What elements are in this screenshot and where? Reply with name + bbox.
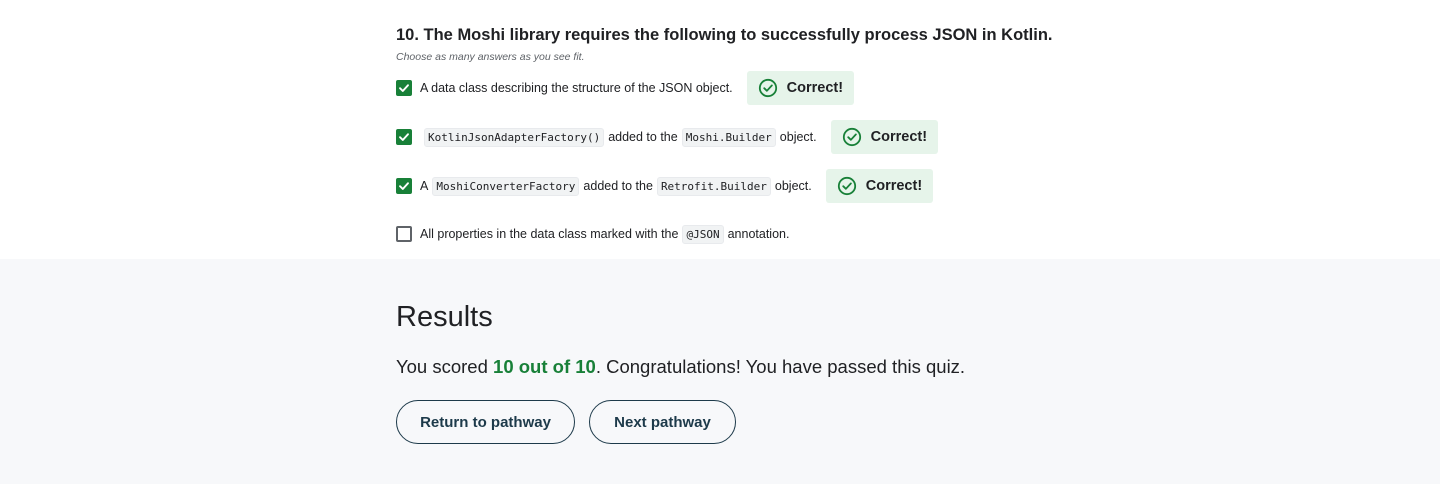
- checkbox-unchecked[interactable]: [396, 226, 412, 242]
- code-snippet: KotlinJsonAdapterFactory(): [424, 127, 605, 147]
- code-snippet: @JSON: [682, 224, 724, 244]
- checkbox-checked[interactable]: [396, 80, 412, 96]
- results-prefix: You scored: [396, 356, 494, 377]
- answer-option-2[interactable]: KotlinJsonAdapterFactory() added to the Mo…: [396, 120, 939, 154]
- results-summary: You scored 10 out of 10. Congratulations…: [396, 356, 965, 378]
- correct-feedback-badge: Correct!: [746, 71, 855, 105]
- question-hint: Choose as many answers as you see fit.: [396, 51, 585, 63]
- question-section: 10. The Moshi library requires the follo…: [0, 0, 1440, 259]
- option-text: annotation.: [727, 227, 790, 241]
- correct-feedback-badge: Correct!: [825, 169, 934, 203]
- option-label: All properties in the data class marked …: [420, 224, 790, 244]
- check-icon: [399, 84, 409, 92]
- answer-option-4[interactable]: All properties in the data class marked …: [396, 217, 789, 251]
- code-snippet: MoshiConverterFactory: [432, 176, 580, 196]
- results-suffix: . Congratulations! You have passed this …: [595, 356, 966, 377]
- check-icon: [399, 133, 409, 141]
- option-label: A MoshiConverterFactory added to the Retrof…: [420, 176, 812, 196]
- check-circle-icon: [842, 127, 861, 147]
- answer-option-1[interactable]: A data class describing the structure of…: [396, 71, 855, 105]
- check-circle-icon: [758, 78, 777, 98]
- code-snippet: Moshi.Builder: [681, 127, 776, 147]
- checkbox-checked[interactable]: [396, 129, 412, 145]
- option-text: All properties in the data class marked …: [420, 227, 679, 241]
- code-snippet: Retrofit.Builder: [656, 176, 771, 196]
- results-title: Results: [396, 301, 493, 333]
- option-text: A data class describing the structure of…: [420, 81, 733, 95]
- option-label: KotlinJsonAdapterFactory() added to the Mo…: [420, 127, 817, 147]
- question-title: 10. The Moshi library requires the follo…: [396, 26, 1053, 44]
- feedback-label: Correct!: [870, 129, 928, 145]
- return-to-pathway-button[interactable]: Return to pathway: [396, 400, 575, 444]
- option-text: object.: [779, 130, 817, 144]
- check-icon: [399, 182, 409, 190]
- score-value: 10 out of 10: [493, 356, 596, 377]
- option-text: added to the: [608, 130, 678, 144]
- checkbox-checked[interactable]: [396, 178, 412, 194]
- option-text: A: [420, 179, 429, 193]
- check-circle-icon: [837, 176, 856, 196]
- results-section: Results You scored 10 out of 10. Congrat…: [0, 259, 1440, 484]
- option-text: object.: [774, 179, 812, 193]
- feedback-label: Correct!: [786, 80, 844, 96]
- correct-feedback-badge: Correct!: [830, 120, 939, 154]
- answer-option-3[interactable]: A MoshiConverterFactory added to the Retrof…: [396, 169, 934, 203]
- option-text: added to the: [583, 179, 653, 193]
- option-label: A data class describing the structure of…: [420, 81, 733, 95]
- feedback-label: Correct!: [865, 178, 923, 194]
- next-pathway-button[interactable]: Next pathway: [589, 400, 736, 444]
